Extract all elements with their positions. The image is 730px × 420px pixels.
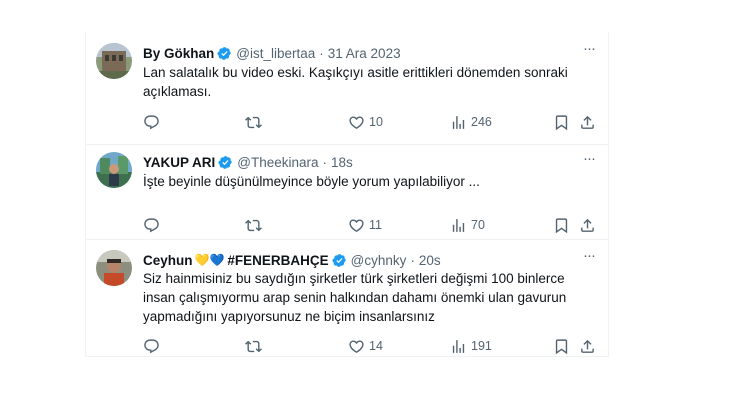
- like-button[interactable]: 10: [348, 112, 383, 132]
- retweet-button[interactable]: [245, 215, 266, 235]
- timestamp[interactable]: 20s: [419, 253, 441, 268]
- action-bar: 10 246: [143, 112, 598, 132]
- share-icon: [581, 218, 594, 232]
- bookmark-icon: [555, 114, 568, 130]
- avatar[interactable]: [96, 250, 132, 286]
- bookmark-button[interactable]: [553, 215, 570, 235]
- view-count: 246: [471, 115, 492, 129]
- share-icon: [581, 115, 594, 129]
- like-button[interactable]: 14: [348, 336, 383, 356]
- tweet[interactable]: Ceyhun 💛💙 #FENERBAHÇE @cyhnky · 20s ··· …: [86, 240, 608, 357]
- reply-icon: [144, 338, 159, 353]
- view-count: 191: [471, 339, 492, 353]
- display-name[interactable]: Ceyhun: [143, 253, 193, 268]
- share-button[interactable]: [579, 215, 596, 235]
- share-icon: [581, 339, 594, 353]
- display-name-suffix[interactable]: #FENERBAHÇE: [227, 253, 328, 268]
- separator: ·: [319, 45, 324, 61]
- separator: ·: [322, 154, 328, 170]
- timestamp[interactable]: 18s: [331, 155, 353, 170]
- tweet-text: İşte beyinle düşünülmeyince böyle yorum …: [143, 174, 480, 189]
- like-count: 14: [369, 339, 383, 353]
- action-bar: 11 70: [143, 215, 598, 235]
- tweet-header: By Gökhan @ist_libertaa · 31 Ara 2023: [143, 44, 578, 62]
- heart-icon: [349, 115, 364, 129]
- tweet[interactable]: By Gökhan @ist_libertaa · 31 Ara 2023 ··…: [86, 32, 608, 145]
- view-count: 70: [471, 218, 485, 232]
- heart-icon: [349, 218, 364, 232]
- share-button[interactable]: [579, 112, 596, 132]
- separator: ·: [410, 252, 415, 268]
- retweet-icon: [245, 219, 262, 231]
- avatar[interactable]: [96, 152, 132, 188]
- handle[interactable]: @cyhnky: [351, 253, 407, 268]
- action-bar: 14 191: [143, 336, 598, 356]
- retweet-button[interactable]: [245, 336, 266, 356]
- display-name[interactable]: By Gökhan: [143, 46, 214, 61]
- reply-icon: [144, 114, 159, 129]
- views-icon: [452, 115, 465, 129]
- reply-button[interactable]: [143, 336, 164, 356]
- verified-badge-icon: [218, 155, 233, 169]
- like-count: 11: [369, 218, 382, 232]
- bookmark-button[interactable]: [553, 112, 570, 132]
- avatar[interactable]: [96, 43, 132, 79]
- reply-button[interactable]: [143, 112, 164, 132]
- bookmark-icon: [555, 338, 568, 354]
- timestamp[interactable]: 31 Ara 2023: [328, 46, 401, 61]
- retweet-icon: [245, 340, 262, 352]
- heart-icon: [349, 339, 364, 353]
- views-button[interactable]: 246: [450, 112, 492, 132]
- reply-thread: By Gökhan @ist_libertaa · 31 Ara 2023 ··…: [85, 32, 609, 357]
- retweet-icon: [245, 116, 262, 128]
- tweet-header: Ceyhun 💛💙 #FENERBAHÇE @cyhnky · 20s: [143, 251, 578, 269]
- reply-icon: [144, 217, 159, 232]
- views-button[interactable]: 70: [450, 215, 485, 235]
- retweet-button[interactable]: [245, 112, 266, 132]
- bookmark-button[interactable]: [553, 336, 570, 356]
- reply-button[interactable]: [143, 215, 164, 235]
- bookmark-icon: [555, 217, 568, 233]
- like-button[interactable]: 11: [348, 215, 382, 235]
- share-button[interactable]: [579, 336, 596, 356]
- more-icon[interactable]: ···: [580, 41, 598, 58]
- like-count: 10: [369, 115, 383, 129]
- handle[interactable]: @ist_libertaa: [236, 46, 315, 61]
- heart-emojis: 💛💙: [194, 253, 225, 267]
- handle[interactable]: @Theekinara: [237, 155, 318, 170]
- verified-badge-icon: [332, 253, 346, 267]
- more-icon[interactable]: ···: [580, 248, 598, 265]
- views-button[interactable]: 191: [450, 336, 492, 356]
- views-icon: [452, 339, 465, 353]
- tweet[interactable]: YAKUP ARI @Theekinara · 18s ··· İşte bey…: [86, 145, 608, 240]
- verified-badge-icon: [217, 46, 232, 60]
- views-icon: [452, 218, 465, 232]
- tweet-text: Siz hainmisiniz bu saydığın şirketler tü…: [143, 271, 567, 324]
- tweet-header: YAKUP ARI @Theekinara · 18s: [143, 153, 578, 171]
- display-name[interactable]: YAKUP ARI: [143, 155, 215, 170]
- tweet-text: Lan salatalık bu video eski. Kaşıkçıyı a…: [143, 65, 568, 99]
- more-icon[interactable]: ···: [580, 151, 598, 168]
